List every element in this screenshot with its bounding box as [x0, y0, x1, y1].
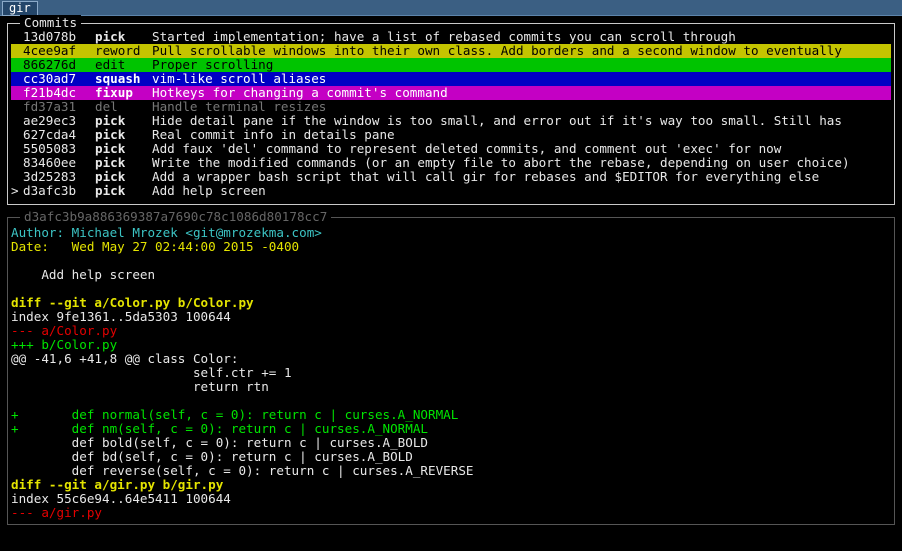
commit-hash: 83460ee: [23, 156, 77, 170]
commit-message: Write the modified commands (or an empty…: [152, 156, 850, 170]
commit-action: pick: [95, 170, 126, 184]
detail-line: index 9fe1361..5da5303 100644: [11, 310, 231, 324]
commit-hash: 627cda4: [23, 128, 77, 142]
commit-cursor-marker: >: [11, 184, 19, 198]
detail-line: [11, 254, 891, 268]
window-tab[interactable]: gir: [2, 1, 38, 16]
commit-message: Proper scrolling: [152, 58, 274, 72]
commit-hash: 866276d: [23, 58, 77, 72]
commit-hash: cc30ad7: [23, 72, 77, 86]
commit-message: Hide detail pane if the window is too sm…: [152, 114, 842, 128]
detail-line: --- a/gir.py: [11, 506, 102, 520]
commit-action: squash: [95, 72, 141, 86]
commit-hash: fd37a31: [23, 100, 77, 114]
commit-row[interactable]: 3d25283 pick Add a wrapper bash script tha…: [11, 170, 891, 184]
commit-action: pick: [95, 128, 126, 142]
detail-line: def reverse(self, c = 0): return c | cur…: [11, 464, 474, 478]
commit-hash: 5505083: [23, 142, 77, 156]
commit-message: vim-like scroll aliases: [152, 72, 327, 86]
detail-line: Author: Michael Mrozek <git@mrozekma.com…: [11, 226, 322, 240]
detail-line: diff --git a/Color.py b/Color.py: [11, 296, 254, 310]
commit-message: Add a wrapper bash script that will call…: [152, 170, 820, 184]
commit-hash: 3d25283: [23, 170, 77, 184]
commit-row[interactable]: fd37a31 del Handle terminal resizes: [11, 100, 891, 114]
commit-action: pick: [95, 184, 126, 198]
commit-row[interactable]: 5505083 pick Add faux 'del' command to rep…: [11, 142, 891, 156]
detail-line: +++ b/Color.py: [11, 338, 118, 352]
commit-row[interactable]: cc30ad7 squash vim-like scroll aliases: [11, 72, 891, 86]
detail-line: def bold(self, c = 0): return c | curses…: [11, 436, 429, 450]
commit-action: reword: [95, 44, 141, 58]
commit-action: pick: [95, 142, 126, 156]
commit-message: Started implementation; have a list of r…: [152, 30, 736, 44]
commit-detail: Author: Michael Mrozek <git@mrozekma.com…: [11, 226, 891, 520]
detail-line: self.ctr += 1: [11, 366, 292, 380]
detail-line: [11, 394, 891, 408]
detail-line: @@ -41,6 +41,8 @@ class Color:: [11, 352, 239, 366]
commit-action: fixup: [95, 86, 133, 100]
commit-message: Real commit info in details pane: [152, 128, 395, 142]
detail-line: index 55c6e94..64e5411 100644: [11, 492, 231, 506]
commit-message: Hotkeys for changing a commit's command: [152, 86, 448, 100]
commit-row[interactable]: f21b4dc fixup Hotkeys for changing a commi…: [11, 86, 891, 100]
commits-pane[interactable]: Commits 13d078b pick Started implementatio…: [7, 15, 895, 205]
commit-row[interactable]: ae29ec3 pick Hide detail pane if the windo…: [11, 114, 891, 128]
commit-row[interactable]: 627cda4 pick Real commit info in details p…: [11, 128, 891, 142]
commit-row[interactable]: 13d078b pick Started implementation; have …: [11, 30, 891, 44]
commit-hash: 4cee9af: [23, 44, 77, 58]
detail-pane[interactable]: d3afc3b9a886369387a7690c78c1086d80178cc7…: [7, 209, 895, 525]
detail-line: [11, 282, 891, 296]
commit-message: Handle terminal resizes: [152, 100, 327, 114]
commit-action: pick: [95, 156, 126, 170]
commits-pane-title: Commits: [20, 15, 82, 31]
detail-line: Add help screen: [11, 268, 156, 282]
detail-pane-title: d3afc3b9a886369387a7690c78c1086d80178cc7: [20, 209, 332, 225]
commit-row[interactable]: > d3afc3b pick Add help screen: [11, 184, 891, 198]
commit-row[interactable]: 866276d edit Proper scrolling: [11, 58, 891, 72]
commit-row[interactable]: 83460ee pick Write the modified commands (…: [11, 156, 891, 170]
commit-message: Pull scrollable windows into their own c…: [152, 44, 842, 58]
commit-action: edit: [95, 58, 126, 72]
commit-hash: ae29ec3: [23, 114, 77, 128]
detail-line: + def nm(self, c = 0): return c | curses…: [11, 422, 429, 436]
detail-line: Date: Wed May 27 02:44:00 2015 -0400: [11, 240, 300, 254]
commit-list[interactable]: 13d078b pick Started implementation; have …: [11, 30, 891, 198]
terminal-titlebar: gir: [0, 0, 902, 16]
commit-action: pick: [95, 30, 126, 44]
commit-action: pick: [95, 114, 126, 128]
commit-hash: f21b4dc: [23, 86, 77, 100]
commit-message: Add faux 'del' command to represent dele…: [152, 142, 782, 156]
detail-line: --- a/Color.py: [11, 324, 118, 338]
commit-hash: d3afc3b: [23, 184, 77, 198]
detail-line: diff --git a/gir.py b/gir.py: [11, 478, 224, 492]
detail-line: def bd(self, c = 0): return c | curses.A…: [11, 450, 413, 464]
commit-action: del: [95, 100, 118, 114]
detail-line: + def normal(self, c = 0): return c | cu…: [11, 408, 459, 422]
commit-hash: 13d078b: [23, 30, 77, 44]
commit-row[interactable]: 4cee9af reword Pull scrollable windows int…: [11, 44, 891, 58]
commit-message: Add help screen: [152, 184, 266, 198]
detail-line: return rtn: [11, 380, 269, 394]
